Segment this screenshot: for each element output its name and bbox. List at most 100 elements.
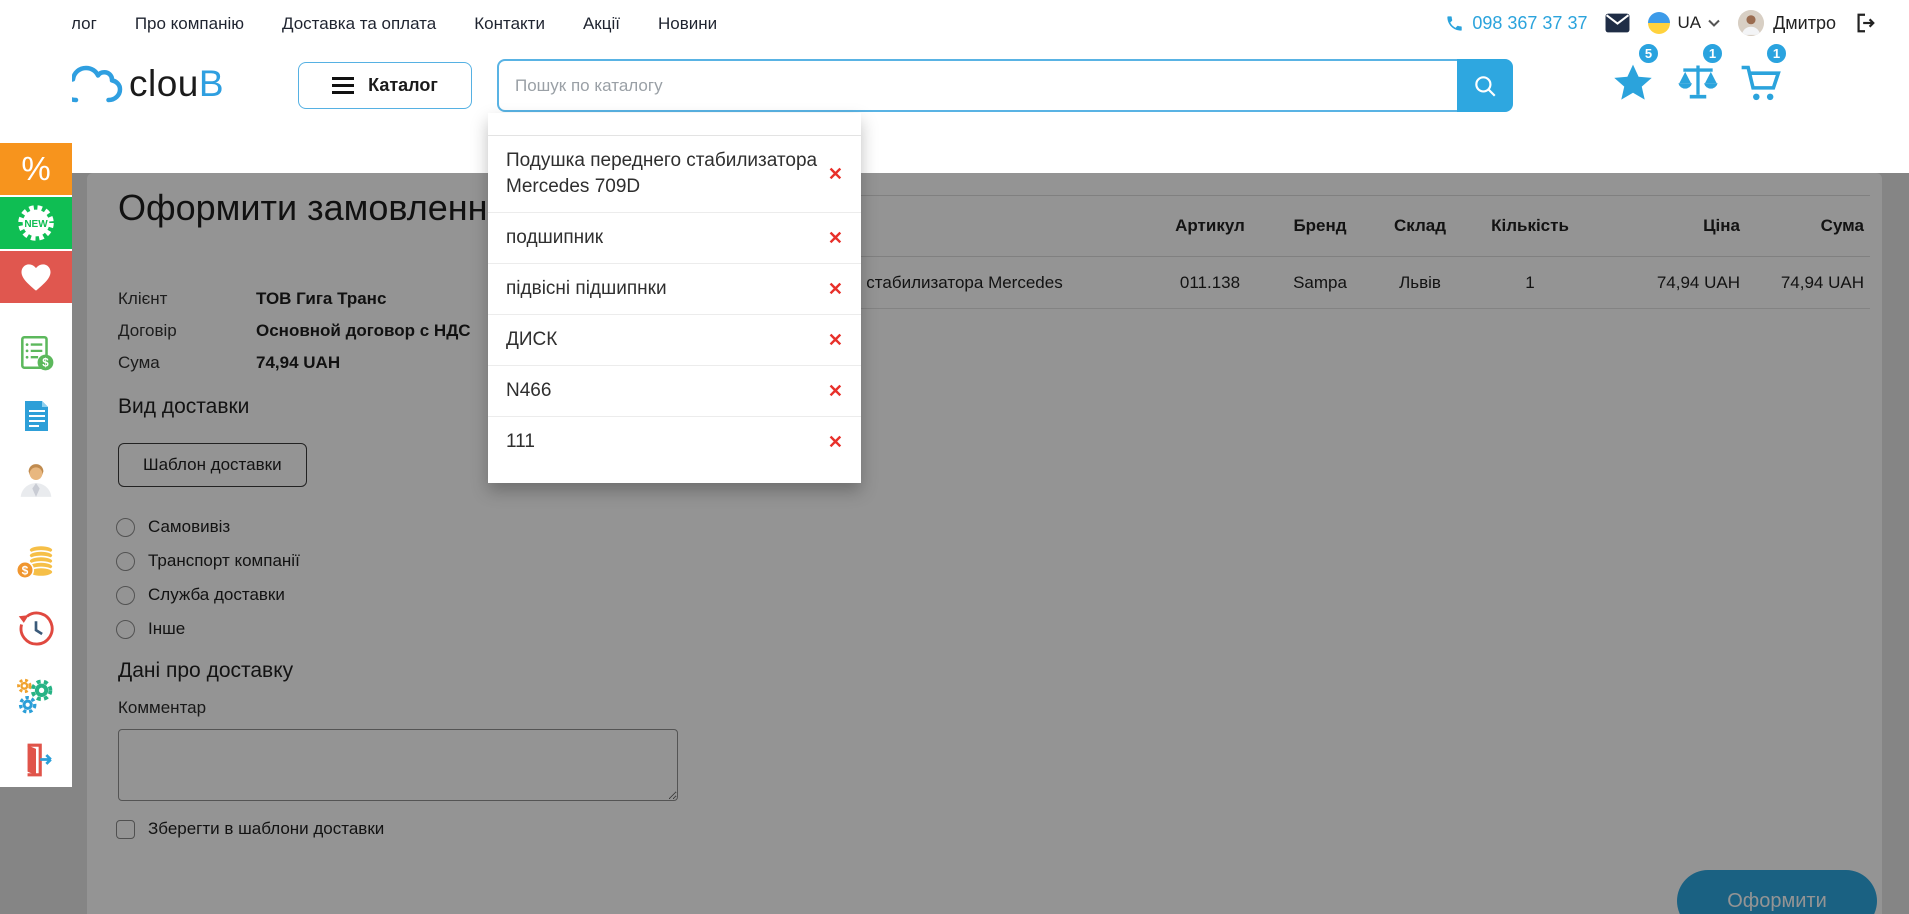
phone-link[interactable]: 098 367 37 37 bbox=[1445, 13, 1587, 34]
column-header-price: Ціна bbox=[1590, 216, 1740, 236]
sidebar-item-sale[interactable]: % bbox=[0, 143, 72, 195]
submit-order-button[interactable]: Оформити bbox=[1677, 870, 1877, 914]
item-brand: Sampa bbox=[1270, 273, 1370, 293]
header-utilities: 098 367 37 37 UA Дмитро bbox=[1445, 10, 1876, 36]
cart-icon bbox=[1740, 62, 1784, 104]
sidebar-item-payments[interactable]: $ bbox=[16, 542, 56, 582]
sidebar-item-price-list[interactable]: $ bbox=[16, 333, 56, 373]
search-icon bbox=[1472, 73, 1498, 99]
price-list-icon: $ bbox=[16, 333, 56, 373]
item-total: 74,94 UAH bbox=[1740, 273, 1870, 293]
avatar bbox=[1738, 10, 1764, 36]
header-action-icons: 5 1 1 bbox=[1612, 42, 1784, 104]
remove-history-icon[interactable]: ✕ bbox=[828, 279, 843, 300]
nav-delivery-payment[interactable]: Доставка та оплата bbox=[282, 14, 436, 34]
remove-history-icon[interactable]: ✕ bbox=[828, 330, 843, 351]
user-menu[interactable]: Дмитро bbox=[1738, 10, 1836, 36]
search-input[interactable] bbox=[497, 59, 1457, 112]
remove-history-icon[interactable]: ✕ bbox=[828, 381, 843, 402]
remove-history-icon[interactable]: ✕ bbox=[828, 164, 843, 185]
item-stock: Львів bbox=[1370, 273, 1470, 293]
site-logo[interactable]: clouB bbox=[61, 58, 224, 104]
percent-icon: % bbox=[21, 150, 50, 188]
heart-icon bbox=[20, 263, 52, 292]
search-button[interactable] bbox=[1457, 59, 1513, 112]
compare-badge: 1 bbox=[1701, 42, 1724, 65]
nav-contacts[interactable]: Контакти bbox=[474, 14, 545, 34]
radio-other[interactable]: Інше bbox=[116, 612, 300, 646]
save-template-label: Зберегти в шаблони доставки bbox=[148, 819, 384, 839]
comment-label: Комментар bbox=[118, 698, 206, 718]
item-sku: 011.138 bbox=[1150, 273, 1270, 293]
nav-about[interactable]: Про компанію bbox=[135, 14, 244, 34]
logout-icon[interactable] bbox=[1854, 12, 1876, 34]
search-history-text: подшипник bbox=[506, 225, 603, 251]
client-value: ТОВ Гига Транс bbox=[256, 289, 386, 309]
cart-button[interactable]: 1 bbox=[1740, 42, 1784, 104]
contract-row: Договір Основной договор с НДС bbox=[118, 315, 471, 347]
language-label: UA bbox=[1677, 13, 1701, 33]
delivery-template-button[interactable]: Шаблон доставки bbox=[118, 443, 307, 487]
search-history-text: Подушка переднего стабилизатора Mercedes… bbox=[506, 148, 818, 200]
manager-icon bbox=[17, 461, 55, 499]
catalog-button-label: Каталог bbox=[368, 75, 438, 96]
remove-history-icon[interactable]: ✕ bbox=[828, 432, 843, 453]
sidebar-item-settings[interactable] bbox=[16, 677, 56, 717]
column-header-qty: Кількість bbox=[1470, 216, 1590, 236]
gears-icon bbox=[16, 677, 56, 717]
order-items-table: Артикул Бренд Склад Кількість Ціна Сума … bbox=[700, 195, 1870, 309]
search-history-item[interactable]: 111 ✕ bbox=[488, 417, 861, 467]
radio-pickup[interactable]: Самовивіз bbox=[116, 510, 300, 544]
coins-icon: $ bbox=[15, 543, 57, 581]
document-icon bbox=[18, 398, 54, 434]
sidebar-item-exit[interactable] bbox=[16, 740, 56, 780]
site-header: Каталог Про компанію Доставка та оплата … bbox=[0, 0, 1909, 173]
language-switcher[interactable]: UA bbox=[1648, 12, 1720, 34]
radio-delivery-service[interactable]: Служба доставки bbox=[116, 578, 300, 612]
top-navigation: Каталог Про компанію Доставка та оплата … bbox=[35, 14, 717, 34]
search-history-item[interactable]: подшипник ✕ bbox=[488, 213, 861, 264]
radio-company-transport[interactable]: Транспорт компанії bbox=[116, 544, 300, 578]
chevron-down-icon bbox=[1708, 19, 1720, 27]
nav-news[interactable]: Новини bbox=[658, 14, 717, 34]
sidebar-item-manager[interactable] bbox=[16, 460, 56, 500]
save-template-checkbox-row[interactable]: Зберегти в шаблони доставки bbox=[116, 819, 384, 839]
compare-button[interactable]: 1 bbox=[1676, 42, 1720, 104]
comment-textarea[interactable] bbox=[118, 729, 678, 801]
mail-icon[interactable] bbox=[1605, 13, 1630, 33]
radio-label: Самовивіз bbox=[148, 517, 230, 537]
search-history-item[interactable]: ДИСК ✕ bbox=[488, 315, 861, 366]
catalog-button[interactable]: Каталог bbox=[298, 62, 472, 109]
app-window: Каталог Про компанію Доставка та оплата … bbox=[0, 0, 1909, 914]
star-icon bbox=[1612, 62, 1654, 104]
search-history-text: 111 bbox=[506, 429, 535, 455]
radio-label: Служба доставки bbox=[148, 585, 285, 605]
favorites-button[interactable]: 5 bbox=[1612, 42, 1656, 104]
table-row: Подушка переднего стабилизатора Mercedes… bbox=[700, 257, 1870, 309]
sidebar-item-order-history[interactable] bbox=[16, 609, 56, 649]
search-history-item[interactable]: N466 ✕ bbox=[488, 366, 861, 417]
sidebar-item-new-arrivals[interactable]: NEW bbox=[0, 197, 72, 249]
client-label: Клієнт bbox=[118, 289, 256, 309]
contract-label: Договір bbox=[118, 321, 256, 341]
search-history-text: N466 bbox=[506, 378, 551, 404]
remove-history-icon[interactable]: ✕ bbox=[828, 228, 843, 249]
checkbox-icon bbox=[116, 820, 135, 839]
search-history-item[interactable]: Подушка переднего стабилизатора Mercedes… bbox=[488, 136, 861, 213]
delivery-options: Самовивіз Транспорт компанії Служба дост… bbox=[116, 510, 300, 646]
phone-number: 098 367 37 37 bbox=[1472, 13, 1587, 34]
search-bar bbox=[497, 59, 1513, 112]
svg-text:$: $ bbox=[22, 564, 29, 578]
sidebar-item-documents[interactable] bbox=[16, 396, 56, 436]
item-price: 74,94 UAH bbox=[1590, 273, 1740, 293]
nav-promotions[interactable]: Акції bbox=[583, 14, 620, 34]
search-history-item[interactable]: підвісні підшипнки ✕ bbox=[488, 264, 861, 315]
cart-badge: 1 bbox=[1765, 42, 1788, 65]
search-history-text: підвісні підшипнки bbox=[506, 276, 667, 302]
sidebar-item-favorites[interactable] bbox=[0, 251, 72, 303]
svg-text:$: $ bbox=[42, 358, 49, 370]
radio-label: Інше bbox=[148, 619, 185, 639]
user-name: Дмитро bbox=[1773, 13, 1836, 34]
favorites-badge: 5 bbox=[1637, 42, 1660, 65]
new-badge-icon: NEW bbox=[16, 203, 56, 243]
